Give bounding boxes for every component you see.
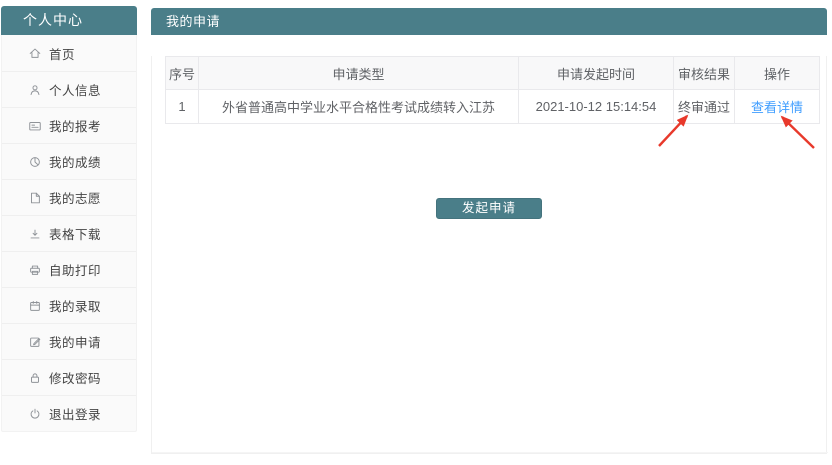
home-icon <box>28 46 42 60</box>
document-icon <box>28 191 42 205</box>
table-header-row: 序号 申请类型 申请发起时间 审核结果 操作 <box>166 57 820 90</box>
applications-table: 序号 申请类型 申请发起时间 审核结果 操作 1 外省普通高中学业水平合格性考试… <box>165 56 820 124</box>
sidebar-item-label: 我的申请 <box>49 332 101 351</box>
table-row: 1 外省普通高中学业水平合格性考试成绩转入江苏 2021-10-12 15:14… <box>166 90 820 124</box>
sidebar-item-label: 退出登录 <box>49 404 101 423</box>
sidebar-item-my-registration[interactable]: 我的报考 <box>2 107 136 143</box>
column-header-action: 操作 <box>735 57 820 90</box>
sidebar-item-form-download[interactable]: 表格下载 <box>2 215 136 251</box>
cell-application-type: 外省普通高中学业水平合格性考试成绩转入江苏 <box>199 90 519 124</box>
sidebar-item-my-scores[interactable]: 我的成绩 <box>2 143 136 179</box>
edit-icon <box>28 335 42 349</box>
sidebar-menu: 首页 个人信息 我的报考 我的成绩 我的志愿 表格下载 自助打印 我的录取 <box>1 35 137 432</box>
cell-review-result: 终审通过 <box>674 90 735 124</box>
panel-body: 序号 申请类型 申请发起时间 审核结果 操作 1 外省普通高中学业水平合格性考试… <box>151 56 827 454</box>
column-header-no: 序号 <box>166 57 199 90</box>
power-icon <box>28 407 42 421</box>
sidebar-item-logout[interactable]: 退出登录 <box>2 395 136 431</box>
cell-action: 查看详情 <box>735 90 820 124</box>
user-icon <box>28 83 42 97</box>
sidebar-item-my-applications[interactable]: 我的申请 <box>2 323 136 359</box>
sidebar-item-my-preferences[interactable]: 我的志愿 <box>2 179 136 215</box>
sidebar-item-label: 首页 <box>49 44 75 63</box>
footer-divider <box>152 452 828 453</box>
cell-application-time: 2021-10-12 15:14:54 <box>519 90 674 124</box>
lock-icon <box>28 371 42 385</box>
initiate-application-button[interactable]: 发起申请 <box>436 198 542 219</box>
sidebar-item-label: 我的报考 <box>49 116 101 135</box>
view-details-link[interactable]: 查看详情 <box>751 100 803 115</box>
cell-no: 1 <box>166 90 199 124</box>
printer-icon <box>28 263 42 277</box>
sidebar-item-personal-info[interactable]: 个人信息 <box>2 71 136 107</box>
column-header-time: 申请发起时间 <box>519 57 674 90</box>
sidebar-item-label: 我的录取 <box>49 296 101 315</box>
sidebar-item-home[interactable]: 首页 <box>2 35 136 71</box>
sidebar-title: 个人中心 <box>1 6 137 35</box>
sidebar-item-change-password[interactable]: 修改密码 <box>2 359 136 395</box>
sidebar-item-label: 自助打印 <box>49 260 101 279</box>
sidebar-item-label: 修改密码 <box>49 368 101 387</box>
sidebar-item-label: 个人信息 <box>49 80 101 99</box>
id-card-icon <box>28 119 42 133</box>
sidebar-item-label: 我的志愿 <box>49 188 101 207</box>
pie-chart-icon <box>28 155 42 169</box>
sidebar: 个人中心 首页 个人信息 我的报考 我的成绩 我的志愿 表格下载 自助打印 <box>1 6 137 432</box>
download-icon <box>28 227 42 241</box>
main-panel: 我的申请 序号 申请类型 申请发起时间 审核结果 操作 1 外省普通高中学业水平… <box>151 8 827 454</box>
column-header-type: 申请类型 <box>199 57 519 90</box>
column-header-result: 审核结果 <box>674 57 735 90</box>
sidebar-item-label: 表格下载 <box>49 224 101 243</box>
calendar-icon <box>28 299 42 313</box>
sidebar-item-self-print[interactable]: 自助打印 <box>2 251 136 287</box>
sidebar-item-label: 我的成绩 <box>49 152 101 171</box>
sidebar-item-my-admission[interactable]: 我的录取 <box>2 287 136 323</box>
panel-title: 我的申请 <box>151 8 827 35</box>
